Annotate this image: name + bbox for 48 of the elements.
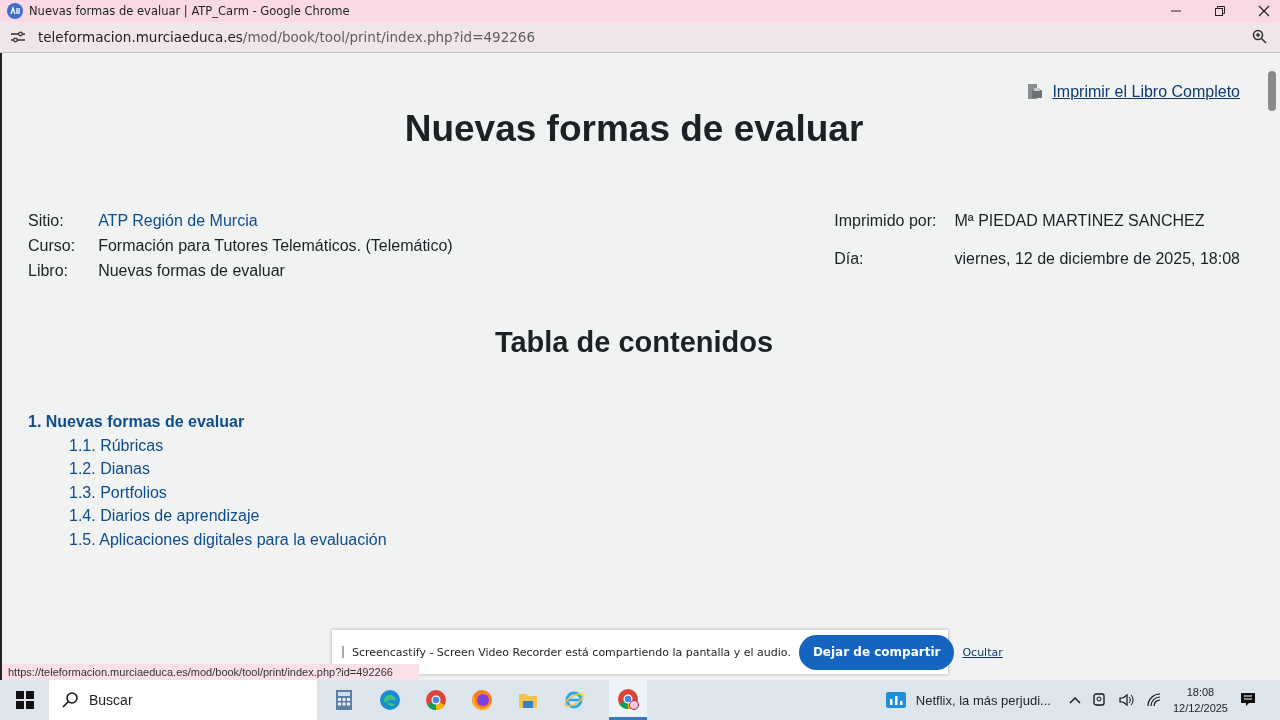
subchapter-link[interactable]: 1.2. Dianas [69, 457, 150, 481]
page-title: Nuevas formas de evaluar [403, 107, 865, 151]
windows-start-icon[interactable] [16, 691, 34, 709]
clock-date: 12/12/2025 [1172, 701, 1228, 716]
status-url: https://teleformacion.murciaeduca.es/mod/book/tool/print/index.php?id=492266 [2, 664, 419, 680]
print-book-link[interactable]: Imprimir el Libro Completo [1052, 83, 1240, 101]
zoom-icon[interactable] [1252, 29, 1268, 45]
subchapter-link[interactable]: 1.1. Rúbricas [69, 433, 164, 457]
wifi-icon[interactable] [1146, 693, 1161, 707]
firefox-icon[interactable] [471, 689, 493, 711]
toc-heading: Tabla de contenidos [493, 325, 775, 360]
news-widget[interactable]: Netflix, la más perjudi... [885, 691, 1051, 709]
sharing-message: Screencastify - Screen Video Recorder está compartiendo la pantalla y el audio. [352, 645, 791, 659]
info-label: Curso: [28, 237, 76, 255]
printer-icon [1026, 83, 1045, 101]
site-settings-icon[interactable] [10, 30, 26, 44]
site-logo-icon [7, 3, 23, 19]
calculator-icon[interactable] [333, 689, 355, 711]
subchapter-link[interactable]: 1.3. Portfolios [69, 480, 167, 504]
info-value: Nuevas formas de evaluar [98, 262, 286, 280]
camera-icon[interactable] [1092, 692, 1107, 708]
site-link[interactable]: ATP Región de Murcia [98, 212, 453, 230]
info-label: Día: [834, 249, 865, 269]
drag-handle-icon[interactable] [342, 646, 344, 658]
search-icon [61, 691, 79, 709]
notification-icon[interactable] [1240, 692, 1256, 708]
info-label: Imprimido por: [834, 212, 937, 231]
subchapter-link[interactable]: 1.5. Aplicaciones digitales para la evaluación [69, 527, 387, 551]
restore-icon[interactable] [1214, 5, 1226, 17]
close-icon[interactable] [1258, 5, 1270, 17]
subchapter-link[interactable]: 1.4. Diarios de aprendizaje [69, 504, 260, 528]
info-value: Mª PIEDAD MARTINEZ SANCHEZ [954, 212, 1206, 231]
edge-browser-icon[interactable] [379, 689, 401, 711]
chrome-profile-taskbar-icon[interactable] [609, 680, 647, 720]
chrome-icon[interactable] [425, 689, 447, 711]
taskbar-search-field[interactable]: Buscar [49, 680, 317, 720]
clock-time: 18:08 [1186, 685, 1215, 700]
info-label: Libro: [28, 262, 70, 280]
hide-link[interactable]: Ocultar [962, 645, 1003, 659]
chapter-link[interactable]: 1. Nuevas formas de evaluar [28, 410, 245, 434]
chevron-up-icon[interactable] [1068, 696, 1081, 704]
info-value: viernes, 12 de diciembre de 2025, 18:08 [954, 249, 1240, 269]
stop-sharing-button[interactable]: Dejar de compartir [798, 634, 955, 670]
info-value: Formación para Tutores Telemáticos. (Telemático) [98, 237, 453, 255]
speaker-icon[interactable] [1118, 693, 1135, 707]
window-title: Nuevas formas de evaluar | ATP_Carm - Google Chrome [29, 4, 350, 18]
stock-chart-icon [885, 691, 906, 709]
info-label: Sitio: [28, 212, 65, 230]
